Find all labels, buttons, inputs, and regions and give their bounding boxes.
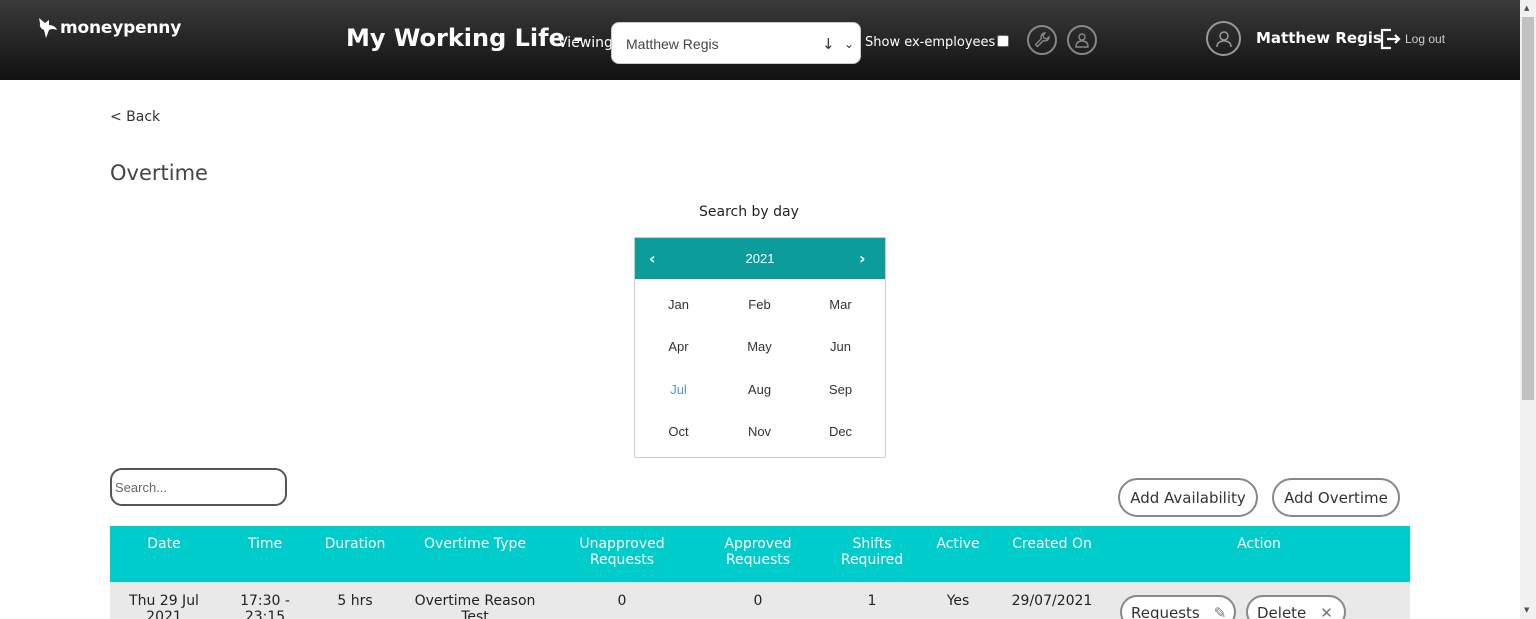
delete-label: Delete (1257, 604, 1307, 619)
month-sep[interactable]: Sep (800, 368, 881, 411)
top-navigation-bar: moneypenny My Working Life - Viewing Mat… (0, 0, 1520, 80)
add-overtime-button[interactable]: Add Overtime (1272, 478, 1400, 517)
chevron-right-icon[interactable]: › (859, 249, 866, 268)
month-jan[interactable]: Jan (638, 283, 719, 326)
logout-label: Log out (1405, 32, 1446, 46)
month-nov[interactable]: Nov (719, 411, 800, 454)
column-header-approved[interactable]: Approved Requests (724, 536, 791, 568)
month-picker-header: ‹ 2021 › (635, 238, 885, 279)
cell-date: Thu 29 Jul 2021 (129, 593, 199, 619)
show-ex-employees-label: Show ex-employees (865, 35, 996, 50)
scroll-up-icon[interactable]: ▲ (1524, 4, 1529, 12)
cell-active: Yes (946, 593, 970, 609)
show-ex-employees-checkbox[interactable] (997, 35, 1009, 47)
month-grid: Jan Feb Mar Apr May Jun Jul Aug Sep Oct Nov Dec (638, 283, 881, 453)
month-may[interactable]: May (719, 326, 800, 369)
scrollbar-thumb[interactable] (1522, 17, 1534, 400)
column-header-action: Action (1237, 536, 1281, 552)
close-icon: ✕ (1320, 604, 1333, 619)
requests-button[interactable]: Requests ✎ (1120, 595, 1236, 619)
pencil-icon: ✎ (1213, 604, 1227, 619)
cell-unapproved: 0 (617, 593, 627, 609)
page-title: Overtime (110, 161, 208, 185)
avatar-icon[interactable] (1206, 21, 1241, 56)
cell-time: 17:30 -23:15 (240, 593, 290, 619)
month-oct[interactable]: Oct (638, 411, 719, 454)
cell-created-on: 29/07/2021 (1011, 593, 1093, 609)
cell-overtime-type: Overtime Reason Test (414, 593, 536, 619)
month-jun[interactable]: Jun (800, 326, 881, 369)
employee-select-value: Matthew Regis (626, 36, 719, 52)
logo-text: moneypenny (60, 18, 182, 38)
employee-select[interactable]: Matthew Regis ↓ ⌄ (611, 22, 861, 64)
cell-approved: 0 (753, 593, 763, 609)
app-title: My Working Life - (346, 24, 584, 52)
calendar-year[interactable]: 2021 (635, 251, 885, 266)
column-header-duration[interactable]: Duration (325, 536, 386, 552)
month-aug[interactable]: Aug (719, 368, 800, 411)
column-header-date[interactable]: Date (147, 536, 180, 552)
month-picker: ‹ 2021 › Jan Feb Mar Apr May Jun Jul Aug Sep Oct N… (634, 237, 886, 458)
add-availability-button[interactable]: Add Availability (1118, 478, 1258, 517)
column-header-shifts-required[interactable]: Shifts Required (841, 536, 903, 568)
column-header-time[interactable]: Time (248, 536, 282, 552)
wrench-icon[interactable] (1027, 25, 1057, 55)
moneypenny-logo[interactable]: moneypenny (37, 16, 181, 40)
month-dec[interactable]: Dec (800, 411, 881, 454)
column-header-active[interactable]: Active (936, 536, 979, 552)
user-manager-icon[interactable] (1067, 25, 1097, 55)
logout-icon (1380, 28, 1401, 50)
column-header-created-on[interactable]: Created On (1012, 536, 1092, 552)
viewing-label: Viewing (558, 35, 613, 51)
current-user-name: Matthew Regis (1256, 29, 1382, 47)
month-jul[interactable]: Jul (638, 368, 719, 411)
delete-button[interactable]: Delete ✕ (1246, 595, 1346, 619)
column-header-unapproved[interactable]: Unapproved Requests (579, 536, 664, 568)
month-apr[interactable]: Apr (638, 326, 719, 369)
cell-shifts-required: 1 (867, 593, 877, 609)
chevron-down-icon: ⌄ (844, 37, 855, 51)
requests-label: Requests (1131, 604, 1200, 619)
scroll-down-icon[interactable]: ▼ (1524, 606, 1529, 614)
search-input[interactable] (110, 468, 287, 506)
month-feb[interactable]: Feb (719, 283, 800, 326)
table-header: Date Time Duration Overtime Type Unappro… (110, 526, 1410, 582)
month-mar[interactable]: Mar (800, 283, 881, 326)
table-row: Thu 29 Jul 2021 17:30 -23:15 5 hrs Overti… (110, 582, 1410, 619)
search-by-day-label: Search by day (699, 204, 799, 220)
column-header-overtime-type[interactable]: Overtime Type (424, 536, 526, 552)
cell-duration: 5 hrs (337, 593, 373, 609)
bird-logo-icon (39, 18, 57, 38)
back-link[interactable]: < Back (110, 109, 160, 125)
logout-button[interactable]: Log out (1379, 27, 1445, 51)
arrow-down-icon: ↓ (822, 35, 835, 53)
